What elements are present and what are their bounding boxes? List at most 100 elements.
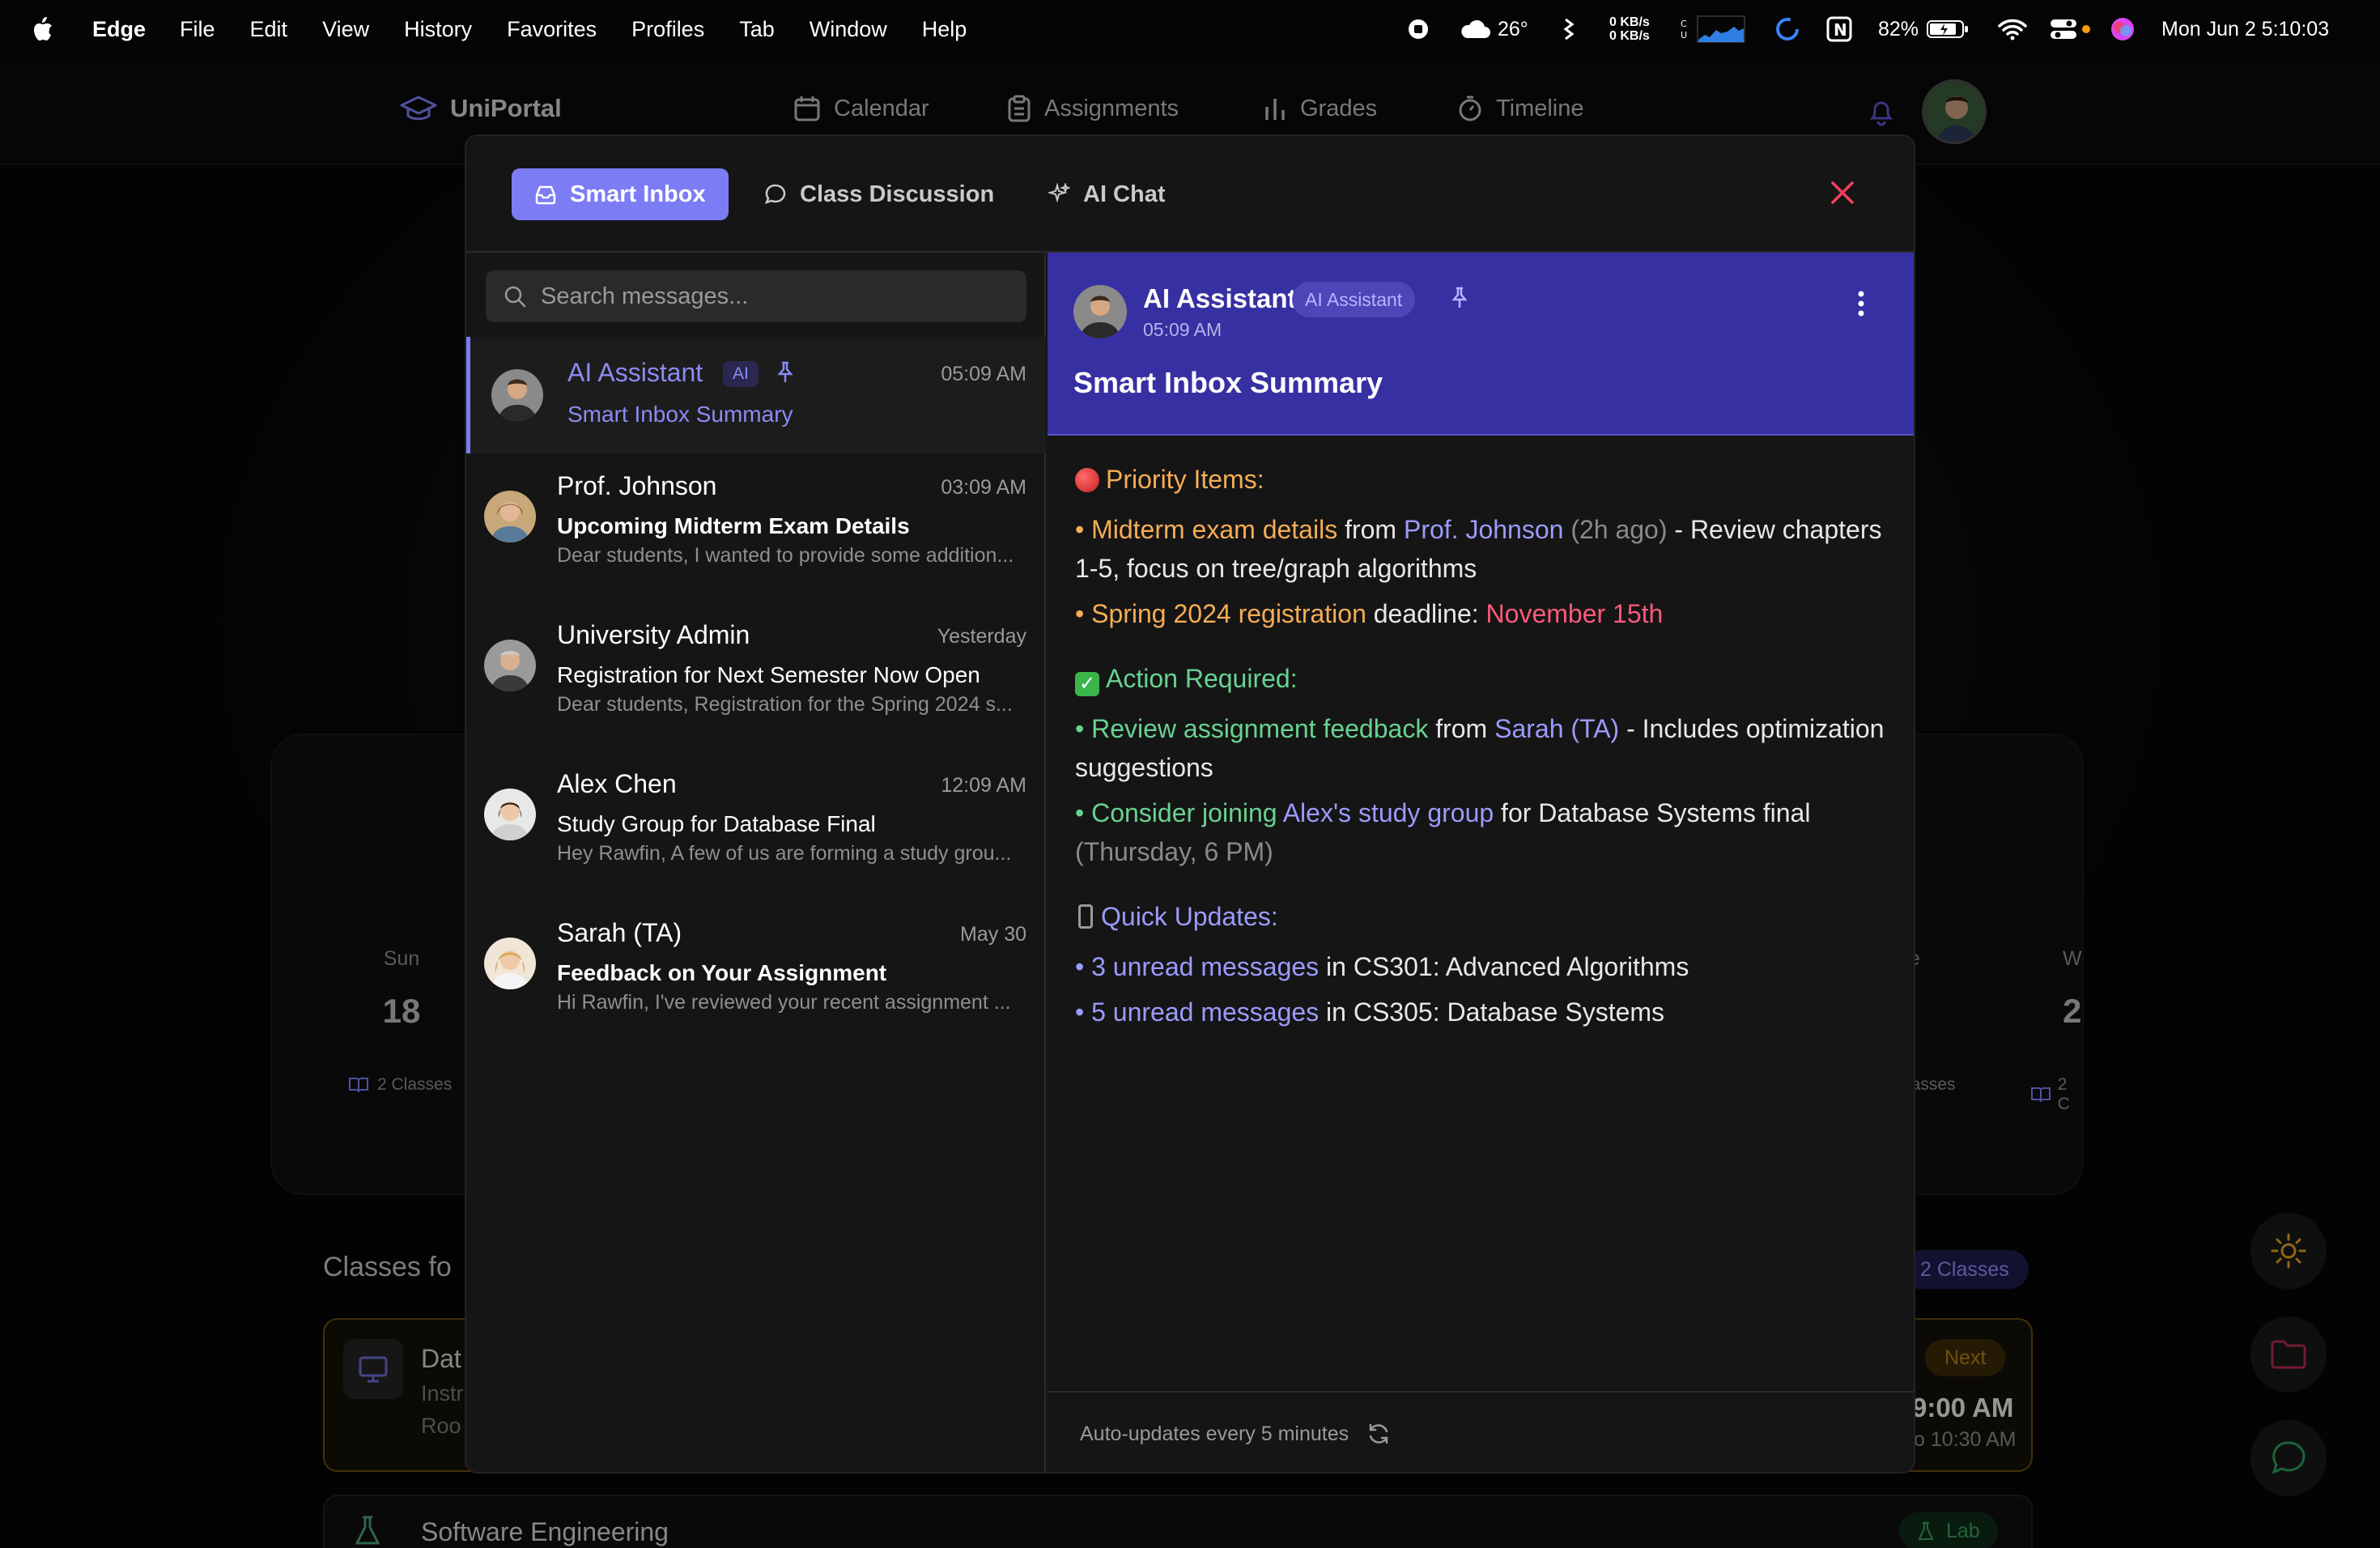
item-sender-link[interactable]: Sarah (TA): [1494, 714, 1619, 743]
svg-text:U: U: [1681, 30, 1687, 40]
messages-modal: Smart Inbox Class Discussion AI Chat Sea…: [465, 134, 1915, 1474]
close-modal-button[interactable]: [1830, 180, 1855, 206]
menu-view[interactable]: View: [322, 17, 369, 42]
sender-name: University Admin: [557, 620, 750, 649]
study-group-link[interactable]: Alex's study group: [1283, 798, 1494, 827]
modal-header: Smart Inbox Class Discussion AI Chat: [466, 136, 1914, 253]
menu-help[interactable]: Help: [922, 17, 967, 42]
svg-text:N: N: [1834, 20, 1847, 40]
update-item-2: • 5 unread messages in CS305: Database S…: [1075, 997, 1665, 1027]
message-subject: Registration for Next Semester Now Open: [557, 662, 980, 687]
message-subject: Feedback on Your Assignment: [557, 960, 887, 985]
message-body: Priority Items: • Midterm exam details f…: [1075, 460, 1893, 1038]
menu-profiles[interactable]: Profiles: [631, 17, 704, 42]
message-item-sarah-ta[interactable]: Sarah (TA) May 30 Feedback on Your Assig…: [466, 900, 1046, 1046]
unread-link[interactable]: 5 unread messages: [1091, 997, 1319, 1027]
refresh-icon[interactable]: [1366, 1422, 1391, 1446]
control-center-icon[interactable]: [2050, 0, 2090, 58]
message-preview: Dear students, I wanted to provide some …: [557, 544, 1014, 567]
update-item-1: • 3 unread messages in CS301: Advanced A…: [1075, 952, 1689, 981]
battery-icon: [1927, 20, 1969, 38]
detail-sender: AI Assistant: [1143, 283, 1297, 313]
app-name[interactable]: Edge: [92, 17, 146, 42]
svg-text:C: C: [1681, 19, 1687, 29]
item-text: from: [1428, 714, 1495, 743]
item-deadline: November 15th: [1485, 599, 1664, 628]
apple-icon[interactable]: [31, 16, 53, 42]
pin-icon[interactable]: [1451, 287, 1468, 309]
siri-icon[interactable]: [2110, 0, 2136, 58]
avatar: [1073, 285, 1127, 338]
sender-name: Alex Chen: [557, 769, 677, 798]
menu-favorites[interactable]: Favorites: [507, 17, 597, 42]
message-preview: Dear students, Registration for the Spri…: [557, 693, 1013, 716]
section-heading-text: Quick Updates:: [1101, 902, 1278, 931]
more-options-icon[interactable]: [1857, 290, 1865, 317]
ai-tag-badge: AI: [723, 361, 759, 387]
action-item-1: • Review assignment feedback from Sarah …: [1075, 714, 1885, 782]
clock[interactable]: Mon Jun 2 5:10:03: [2161, 0, 2329, 58]
tab-class-discussion[interactable]: Class Discussion: [742, 168, 1017, 220]
ai-assistant-badge: AI Assistant: [1292, 282, 1416, 317]
mobile-phone-icon: [1078, 904, 1093, 929]
message-detail-header: AI Assistant AI Assistant 05:09 AM Smart…: [1048, 253, 1914, 436]
message-item-ai-assistant[interactable]: AI Assistant AI 05:09 AM Smart Inbox Sum…: [466, 337, 1046, 453]
red-circle-icon: [1075, 468, 1099, 492]
avatar: [491, 369, 543, 421]
item-text: in CS305: Database Systems: [1319, 997, 1665, 1027]
detail-footer: Auto-updates every 5 minutes: [1048, 1391, 1914, 1472]
avatar: [484, 938, 536, 989]
inbox-icon: [535, 185, 556, 205]
item-sender-link[interactable]: Prof. Johnson: [1404, 515, 1563, 544]
item-title[interactable]: Spring 2024 registration: [1091, 599, 1366, 628]
menu-file[interactable]: File: [180, 17, 215, 42]
unread-link[interactable]: 3 unread messages: [1091, 952, 1319, 981]
item-text: deadline:: [1366, 599, 1486, 628]
net-up: 0 KB/s: [1609, 15, 1650, 29]
tab-ai-chat[interactable]: AI Chat: [1025, 168, 1188, 220]
message-time: Yesterday: [937, 625, 1026, 648]
item-title[interactable]: Midterm exam details: [1091, 515, 1337, 544]
message-item-university-admin[interactable]: University Admin Yesterday Registration …: [466, 602, 1046, 748]
avatar: [484, 640, 536, 691]
notion-icon[interactable]: N: [1826, 0, 1852, 58]
item-text: in CS301: Advanced Algorithms: [1319, 952, 1689, 981]
cpu-graph[interactable]: CU: [1681, 0, 1745, 58]
detail-title: Smart Inbox Summary: [1073, 366, 1383, 399]
record-icon[interactable]: [1407, 0, 1430, 58]
wifi-icon[interactable]: [1998, 0, 2027, 58]
sender-name: Sarah (TA): [557, 918, 682, 947]
stats-icon[interactable]: [1562, 0, 1575, 58]
menu-history[interactable]: History: [404, 17, 472, 42]
pin-icon[interactable]: [776, 361, 794, 384]
item-text: for Database Systems final: [1494, 798, 1811, 827]
tab-smart-inbox[interactable]: Smart Inbox: [512, 168, 729, 220]
check-mark-icon: ✓: [1075, 672, 1099, 696]
item-text: [1277, 798, 1283, 827]
network-speed[interactable]: 0 KB/s 0 KB/s: [1609, 0, 1650, 58]
message-item-prof-johnson[interactable]: Prof. Johnson 03:09 AM Upcoming Midterm …: [466, 453, 1046, 599]
sparkles-icon: [1048, 183, 1070, 203]
message-item-alex-chen[interactable]: Alex Chen 12:09 AM Study Group for Datab…: [466, 751, 1046, 897]
sync-icon[interactable]: [1774, 0, 1800, 58]
message-list-panel: Search messages... AI Assistant AI 05:09…: [466, 253, 1046, 1472]
menu-edit[interactable]: Edit: [250, 17, 288, 42]
weather-temp: 26°: [1498, 17, 1528, 40]
search-icon: [504, 286, 526, 308]
menu-tab[interactable]: Tab: [739, 17, 775, 42]
tab-label: AI Chat: [1083, 181, 1166, 207]
item-age: (2h ago): [1563, 515, 1668, 544]
item-title[interactable]: Consider joining: [1091, 798, 1277, 827]
avatar: [484, 491, 536, 542]
priority-item-2: • Spring 2024 registration deadline: Nov…: [1075, 599, 1664, 628]
search-messages-input[interactable]: Search messages...: [486, 270, 1026, 322]
message-preview: Hi Rawfin, I've reviewed your recent ass…: [557, 991, 1011, 1014]
message-subject: Smart Inbox Summary: [567, 402, 793, 427]
tab-label: Smart Inbox: [570, 181, 706, 207]
item-title[interactable]: Review assignment feedback: [1091, 714, 1428, 743]
weather-widget[interactable]: 26°: [1459, 0, 1528, 58]
menu-window[interactable]: Window: [810, 17, 887, 42]
auto-update-text: Auto-updates every 5 minutes: [1080, 1422, 1349, 1445]
item-text: from: [1337, 515, 1404, 544]
battery-indicator[interactable]: 82%: [1878, 0, 1969, 58]
